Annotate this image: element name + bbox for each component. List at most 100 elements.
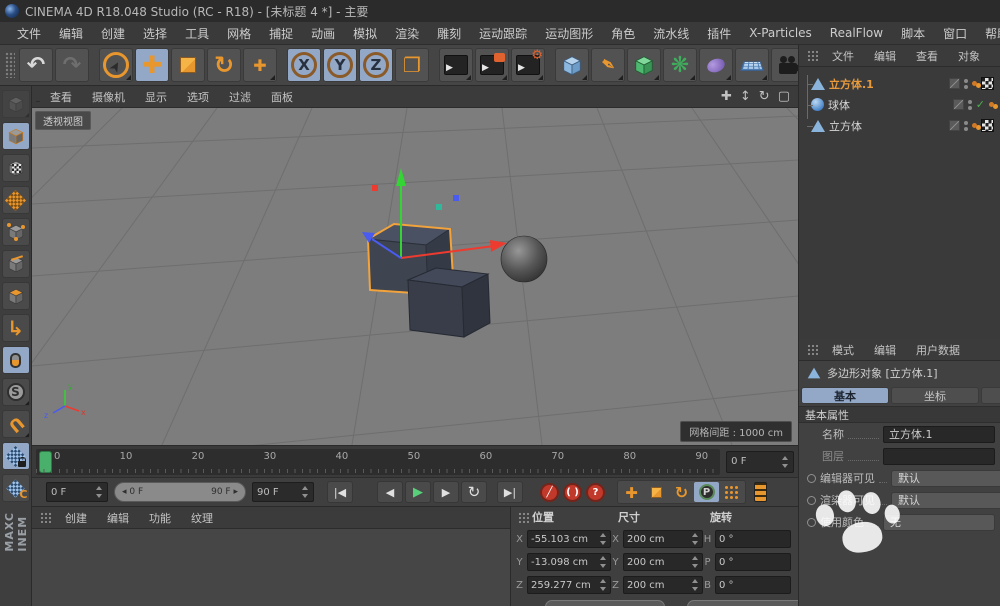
menubar-item[interactable]: 帮助 xyxy=(976,22,1000,45)
menubar-item[interactable]: 角色 xyxy=(602,22,644,45)
workplane-mode-button[interactable] xyxy=(2,186,30,214)
pos-y-field[interactable]: -13.098 cm xyxy=(527,553,611,571)
layer-field[interactable] xyxy=(883,448,995,465)
viewport-solo-button[interactable] xyxy=(2,346,30,374)
menubar-item[interactable]: 捕捉 xyxy=(260,22,302,45)
lock-y-axis-button[interactable]: Y xyxy=(323,48,357,82)
scale-tool-button[interactable] xyxy=(171,48,205,82)
add-environment-button[interactable] xyxy=(735,48,769,82)
menubar-item[interactable]: 雕刻 xyxy=(428,22,470,45)
object-row-cube1[interactable]: 立方体.1 xyxy=(799,73,1000,94)
object-manager-menu-item[interactable]: 文件 xyxy=(822,46,864,66)
key-rotation-button[interactable] xyxy=(669,482,694,502)
viewport-canvas[interactable]: y x z 透视视图 网格间距 : 1000 cm xyxy=(32,108,798,445)
add-spline-button[interactable] xyxy=(591,48,625,82)
attribute-menu-item[interactable]: 编辑 xyxy=(864,340,906,360)
lock-z-axis-button[interactable]: Z xyxy=(359,48,393,82)
object-manager-grip[interactable] xyxy=(807,50,818,61)
coordinate-system-button[interactable] xyxy=(395,48,429,82)
viewport-menu-item[interactable]: 选项 xyxy=(177,87,219,107)
name-field[interactable]: 立方体.1 xyxy=(883,426,995,443)
material-menu-item[interactable]: 功能 xyxy=(139,508,181,528)
editor-visible-select[interactable]: 默认 xyxy=(891,470,1000,487)
menubar-item[interactable]: 流水线 xyxy=(644,22,698,45)
material-menu-item[interactable]: 创建 xyxy=(55,508,97,528)
pos-x-field[interactable]: -55.103 cm xyxy=(527,530,611,548)
texture-tag-icon[interactable] xyxy=(981,77,994,90)
range-start-field[interactable]: 0 F xyxy=(46,482,108,502)
object-manager-menu-item[interactable]: 查看 xyxy=(906,46,948,66)
material-menu-item[interactable]: 编辑 xyxy=(97,508,139,528)
object-manager-menu-item[interactable]: 编辑 xyxy=(864,46,906,66)
size-z-stepper[interactable] xyxy=(692,579,699,591)
viewport-menu-item[interactable]: 查看 xyxy=(40,87,82,107)
record-keyframe-button[interactable]: ╱ xyxy=(540,483,559,502)
range-start-stepper[interactable] xyxy=(96,486,103,498)
model-mode-button[interactable] xyxy=(2,122,30,150)
viewport-pan-icon[interactable]: ✚ xyxy=(721,89,732,104)
attribute-manager-grip[interactable] xyxy=(807,344,818,355)
redo-button[interactable] xyxy=(55,48,89,82)
key-pla-button[interactable] xyxy=(719,482,744,502)
object-manager-menu-item[interactable]: 标签 xyxy=(990,46,1000,66)
attribute-menu-item[interactable]: 模式 xyxy=(822,340,864,360)
coordinates-grip[interactable] xyxy=(518,512,529,523)
display-toggle-icon[interactable] xyxy=(953,99,964,110)
next-frame-button[interactable]: ▶ xyxy=(433,481,459,503)
menubar-item[interactable]: 动画 xyxy=(302,22,344,45)
pos-y-stepper[interactable] xyxy=(600,556,607,568)
menubar-item[interactable]: 创建 xyxy=(92,22,134,45)
keyframe-circle-icon[interactable] xyxy=(807,474,816,483)
display-toggle-icon[interactable] xyxy=(949,78,960,89)
viewport-zoom-icon[interactable]: ↕ xyxy=(740,89,751,104)
attribute-menu-item[interactable]: 用户数据 xyxy=(906,340,970,360)
pos-z-stepper[interactable] xyxy=(600,579,607,591)
visibility-dots-icon[interactable] xyxy=(964,79,968,89)
material-manager-grip[interactable] xyxy=(40,512,51,523)
lock-x-axis-button[interactable]: X xyxy=(287,48,321,82)
size-z-field[interactable]: 200 cm xyxy=(623,576,703,594)
object-name[interactable]: 立方体.1 xyxy=(829,76,874,92)
viewport-menu-item[interactable]: 摄像机 xyxy=(82,87,135,107)
magnet-snap-button[interactable] xyxy=(2,410,30,438)
viewport-menu-item[interactable]: 过滤 xyxy=(219,87,261,107)
view-label[interactable]: 透视视图 xyxy=(35,111,91,130)
set-workplane-button[interactable]: C xyxy=(2,474,30,502)
size-y-field[interactable]: 200 cm xyxy=(623,553,703,571)
previous-frame-button[interactable]: ◀ xyxy=(377,481,403,503)
points-mode-button[interactable] xyxy=(2,218,30,246)
tab-coordinates[interactable]: 坐标 xyxy=(891,387,979,404)
toolbar-grip[interactable] xyxy=(5,52,15,78)
menubar-item[interactable]: 插件 xyxy=(698,22,740,45)
object-manager-menu-item[interactable]: 对象 xyxy=(948,46,990,66)
live-selection-button[interactable] xyxy=(99,48,133,82)
timeline-ruler[interactable]: 0102030405060708090 xyxy=(36,449,720,475)
size-x-field[interactable]: 200 cm xyxy=(623,530,703,548)
size-y-stepper[interactable] xyxy=(692,556,699,568)
render-visible-select[interactable]: 默认 xyxy=(891,492,1000,509)
menubar-item[interactable]: 选择 xyxy=(134,22,176,45)
menubar-item[interactable]: 运动图形 xyxy=(536,22,602,45)
add-deformer-button[interactable] xyxy=(699,48,733,82)
visibility-dots-icon[interactable] xyxy=(964,121,968,131)
snap-button[interactable]: S xyxy=(2,378,30,406)
tab-phong[interactable]: 平滑 xyxy=(981,387,1000,404)
add-cube-button[interactable] xyxy=(555,48,589,82)
cropped-button[interactable] xyxy=(545,600,665,606)
add-subdivision-surface-button[interactable] xyxy=(627,48,661,82)
key-position-button[interactable] xyxy=(619,482,644,502)
timeline-playhead[interactable] xyxy=(39,451,52,473)
frame-stepper[interactable] xyxy=(782,456,789,468)
make-editable-button[interactable] xyxy=(2,90,30,118)
go-to-end-button[interactable]: ▶| xyxy=(497,481,523,503)
menubar-item[interactable]: 渲染 xyxy=(386,22,428,45)
size-x-stepper[interactable] xyxy=(692,533,699,545)
object-state-dots-icon[interactable] xyxy=(989,102,994,107)
viewport-menu-item[interactable]: 面板 xyxy=(261,87,303,107)
object-name[interactable]: 立方体 xyxy=(829,118,862,134)
render-settings-button[interactable] xyxy=(511,48,545,82)
menubar-item[interactable]: 编辑 xyxy=(50,22,92,45)
menubar-item[interactable]: 运动跟踪 xyxy=(470,22,536,45)
pos-x-stepper[interactable] xyxy=(600,533,607,545)
last-tool-button[interactable] xyxy=(243,48,277,82)
